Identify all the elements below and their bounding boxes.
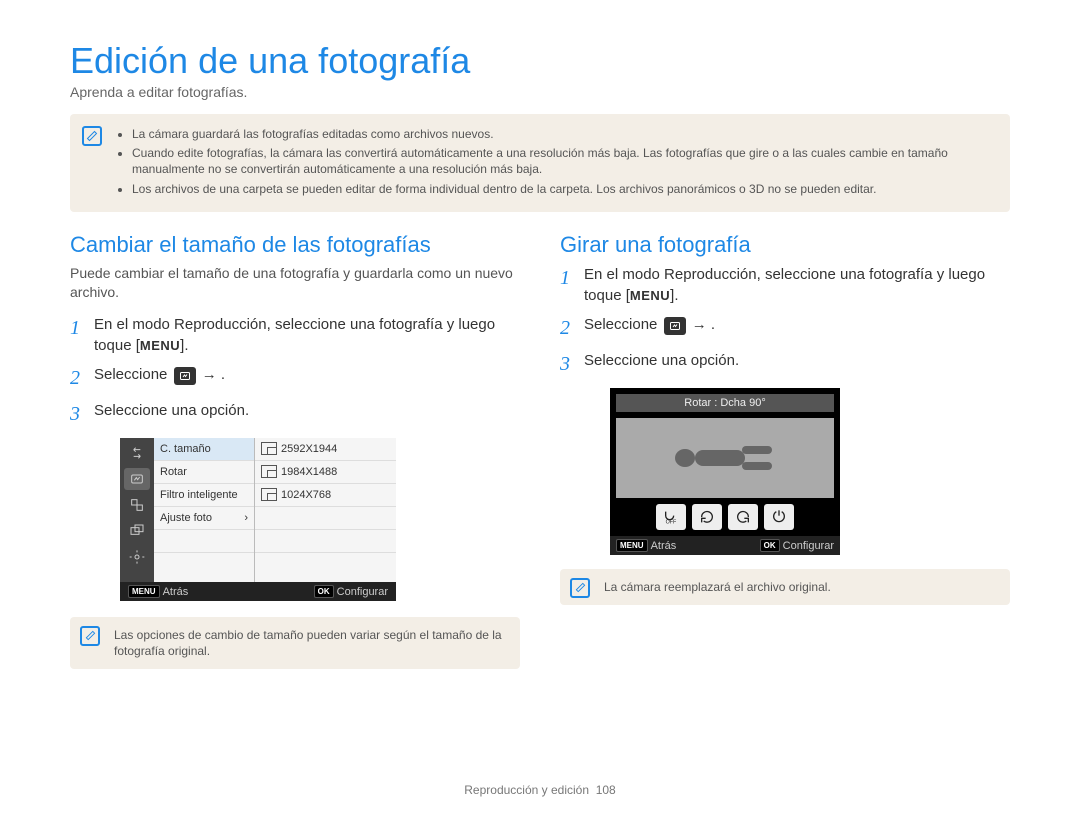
step-number: 3: [560, 350, 584, 378]
rotate-ccw-button[interactable]: [728, 504, 758, 530]
menu-item-empty: [154, 530, 254, 553]
edit-icon: [174, 367, 196, 385]
menu-item-adjust[interactable]: Ajuste foto›: [154, 507, 254, 530]
section-heading-resize: Cambiar el tamaño de las fotografías: [70, 232, 520, 258]
resize-icon: [261, 488, 277, 501]
size-option[interactable]: 2592X1944: [255, 438, 396, 461]
pencil-note-icon: [570, 578, 590, 598]
note-resize: Las opciones de cambio de tamaño pueden …: [70, 617, 520, 669]
resize-icon: [261, 465, 277, 478]
callout-item: Cuando edite fotografías, la cámara las …: [132, 145, 994, 177]
step-number: 2: [560, 314, 584, 342]
menu-item-empty: [255, 530, 396, 553]
menu-item-filter[interactable]: Filtro inteligente: [154, 484, 254, 507]
page-footer: Reproducción y edición 108: [0, 783, 1080, 797]
sidebar-icon-settings[interactable]: [124, 546, 150, 568]
sidebar-icon-edit[interactable]: [124, 468, 150, 490]
menu-label: MENU: [630, 288, 670, 303]
note-rotate: La cámara reemplazará el archivo origina…: [560, 569, 1010, 605]
footer-back[interactable]: MENUAtrás: [616, 539, 676, 552]
camera-screen-rotate: Rotar : Dcha 90° OFF MENUAtrás OKConfigu…: [610, 388, 840, 555]
page-subtitle: Aprenda a editar fotografías.: [70, 84, 1010, 100]
callout-item: Los archivos de una carpeta se pueden ed…: [132, 181, 994, 197]
screen-sidebar: [120, 438, 154, 582]
section-heading-rotate: Girar una fotografía: [560, 232, 1010, 258]
pencil-note-icon: [80, 626, 100, 646]
step-number: 2: [70, 364, 94, 392]
menu-list: C. tamaño Rotar Filtro inteligente Ajust…: [154, 438, 255, 582]
step-number: 1: [70, 314, 94, 356]
rotate-preview: [616, 418, 834, 498]
size-option[interactable]: 1984X1488: [255, 461, 396, 484]
info-callout: La cámara guardará las fotografías edita…: [70, 114, 1010, 212]
rotate-label: Rotar : Dcha 90°: [616, 394, 834, 412]
camera-screen-resize: C. tamaño Rotar Filtro inteligente Ajust…: [120, 438, 396, 601]
footer-ok[interactable]: OKConfigurar: [314, 585, 388, 598]
sidebar-icon-swap[interactable]: [124, 442, 150, 464]
page-title: Edición de una fotografía: [70, 40, 1010, 82]
size-list: 2592X1944 1984X1488 1024X768: [255, 438, 396, 582]
section-lead: Puede cambiar el tamaño de una fotografí…: [70, 264, 520, 302]
step-text: Seleccione → .: [584, 314, 1010, 342]
menu-item-resize[interactable]: C. tamaño: [154, 438, 254, 461]
edit-icon: [664, 317, 686, 335]
resize-icon: [261, 442, 277, 455]
pencil-note-icon: [82, 126, 102, 146]
sidebar-icon-gallery[interactable]: [124, 494, 150, 516]
step-number: 1: [560, 264, 584, 306]
menu-label: MENU: [140, 338, 180, 353]
step-text: Seleccione una opción.: [584, 350, 1010, 378]
rotate-off-button[interactable]: OFF: [656, 504, 686, 530]
footer-ok[interactable]: OKConfigurar: [760, 539, 834, 552]
step-number: 3: [70, 400, 94, 428]
menu-item-empty: [255, 507, 396, 530]
size-option[interactable]: 1024X768: [255, 484, 396, 507]
step-text: En el modo Reproducción, seleccione una …: [584, 264, 1010, 306]
rotate-180-button[interactable]: [764, 504, 794, 530]
step-text: Seleccione una opción.: [94, 400, 520, 428]
step-text: Seleccione → .: [94, 364, 520, 392]
step-text: En el modo Reproducción, seleccione una …: [94, 314, 520, 356]
svg-text:OFF: OFF: [666, 519, 677, 524]
callout-item: La cámara guardará las fotografías edita…: [132, 126, 994, 142]
chevron-right-icon: ›: [244, 512, 248, 524]
menu-item-rotate[interactable]: Rotar: [154, 461, 254, 484]
sidebar-icon-multi[interactable]: [124, 520, 150, 542]
footer-back[interactable]: MENUAtrás: [128, 585, 188, 598]
rotate-cw-button[interactable]: [692, 504, 722, 530]
